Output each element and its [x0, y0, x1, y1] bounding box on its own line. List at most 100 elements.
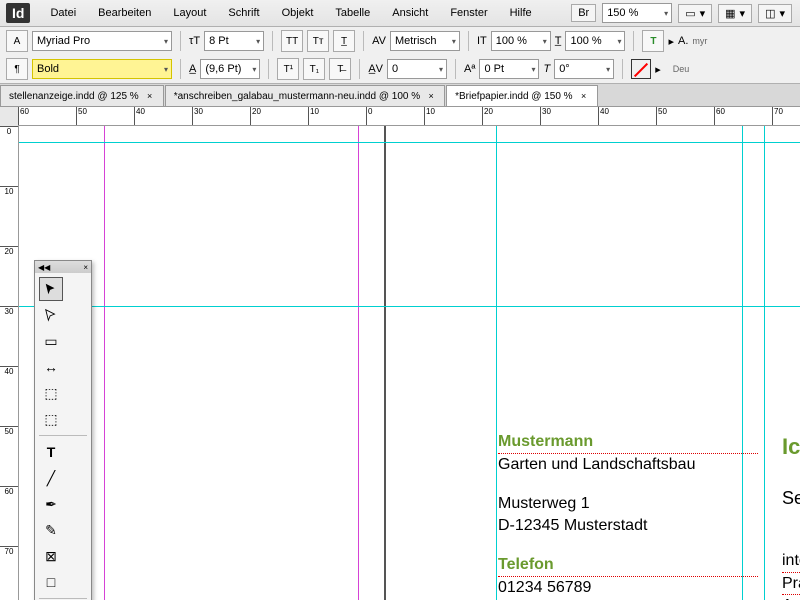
body-line: Aene: [782, 595, 800, 600]
ruler-tick: 50: [656, 107, 667, 125]
screen-mode-button[interactable]: ▭▾: [678, 4, 712, 23]
close-icon[interactable]: ×: [83, 263, 88, 272]
bridge-button[interactable]: Br: [571, 4, 596, 22]
pen-tool[interactable]: ✒: [39, 492, 63, 516]
content-placer-tool[interactable]: ⬚: [39, 407, 63, 431]
ruler-tick: 40: [598, 107, 609, 125]
trade-line: Garten und Landschaftsbau: [498, 454, 758, 476]
baseline-icon: Aª: [464, 63, 475, 75]
ruler-tick: 60: [18, 107, 29, 125]
ruler-tick: 50: [76, 107, 87, 125]
close-icon[interactable]: ×: [579, 91, 589, 101]
menu-bearbeiten[interactable]: Bearbeiten: [88, 3, 161, 23]
baseline-field[interactable]: 0 Pt: [479, 59, 539, 79]
type-tool[interactable]: T: [39, 440, 63, 464]
screen-mode-icon: ▭: [685, 7, 695, 20]
menu-objekt[interactable]: Objekt: [272, 3, 324, 23]
content-collector-tool[interactable]: ⬚: [39, 381, 63, 405]
leading-field[interactable]: (9,6 Pt): [200, 59, 260, 79]
ruler-tick: 10: [0, 186, 18, 196]
guide-horizontal[interactable]: [18, 306, 800, 307]
address-frame[interactable]: Mustermann Garten und Landschaftsbau Mus…: [498, 431, 758, 600]
pencil-tool[interactable]: ✎: [39, 518, 63, 542]
selection-tool[interactable]: [39, 277, 63, 301]
vscale-field[interactable]: 100 %: [491, 31, 551, 51]
skew-field[interactable]: 0°: [554, 59, 614, 79]
menu-schrift[interactable]: Schrift: [218, 3, 269, 23]
doc-tab-1[interactable]: stellenanzeige.indd @ 125 % ×: [0, 85, 164, 106]
document-canvas[interactable]: Mustermann Garten und Landschaftsbau Mus…: [18, 126, 800, 600]
tab-label: *Briefpapier.indd @ 150 %: [455, 91, 572, 102]
street-line: Musterweg 1: [498, 493, 758, 515]
font-family-dropdown[interactable]: Myriad Pro: [32, 31, 172, 51]
char-stroke-swatch[interactable]: [631, 59, 651, 79]
smallcaps-button[interactable]: Tᴛ: [307, 30, 329, 52]
font-style-dropdown[interactable]: Bold: [32, 59, 172, 79]
underline-button[interactable]: T̲: [333, 30, 355, 52]
line-tool[interactable]: ╱: [39, 466, 63, 490]
gap-tool[interactable]: ↔: [39, 355, 63, 379]
ruler-tick: 40: [134, 107, 145, 125]
body-heading: Ich b: [782, 432, 800, 462]
ruler-horizontal[interactable]: 60 50 40 30 20 10 0 10 20 30 40 50 60 70: [18, 107, 800, 126]
arrange-icon: ◫: [765, 7, 775, 20]
vscale-icon: IT: [477, 35, 487, 47]
superscript-button[interactable]: T¹: [277, 58, 299, 80]
close-icon[interactable]: ×: [426, 91, 436, 101]
guide-vertical[interactable]: [764, 126, 765, 600]
ruler-tick: 50: [0, 426, 18, 436]
char-format-mode[interactable]: A: [6, 30, 28, 52]
body-greeting: Sehr: [782, 486, 800, 510]
rectangle-frame-tool[interactable]: ⊠: [39, 544, 63, 568]
doc-tab-2[interactable]: *anschreiben_galabau_mustermann-neu.indd…: [165, 85, 445, 106]
strikethrough-button[interactable]: T̶: [329, 58, 351, 80]
ruler-tick: 60: [0, 486, 18, 496]
close-icon[interactable]: ×: [145, 91, 155, 101]
tracking-field[interactable]: 0: [387, 59, 447, 79]
panel-header[interactable]: ◀◀ ×: [35, 261, 91, 273]
menu-tabelle[interactable]: Tabelle: [325, 3, 380, 23]
charstyle-icon: A.: [678, 35, 688, 47]
tracking-icon: A̲V: [368, 63, 383, 75]
tools-panel[interactable]: ◀◀× ▭ ↔ ⬚ ⬚ T ╱ ✒ ✎ ⊠ □ ✂ ⟳ ▦ ◐ ▤ 💧 ✋ 🔍: [34, 260, 92, 600]
page-tool[interactable]: ▭: [39, 329, 63, 353]
menu-datei[interactable]: Datei: [40, 3, 86, 23]
allcaps-button[interactable]: TT: [281, 30, 303, 52]
guide-horizontal[interactable]: [18, 142, 800, 143]
subscript-button[interactable]: T₁: [303, 58, 325, 80]
view-options-button[interactable]: ▦▾: [718, 4, 752, 23]
menu-fenster[interactable]: Fenster: [440, 3, 497, 23]
para-format-mode[interactable]: ¶: [6, 58, 28, 80]
ruler-tick: 10: [424, 107, 435, 125]
menu-hilfe[interactable]: Hilfe: [500, 3, 542, 23]
tab-label: *anschreiben_galabau_mustermann-neu.indd…: [174, 91, 420, 102]
body-frame[interactable]: Ich b Sehr integ Praes Aene cursu ac cu: [782, 432, 800, 600]
menu-layout[interactable]: Layout: [163, 3, 216, 23]
ruler-tick: 20: [0, 246, 18, 256]
charstyle-hint: myr: [692, 36, 707, 46]
kerning-field[interactable]: Metrisch: [390, 31, 460, 51]
rectangle-tool[interactable]: □: [39, 570, 63, 594]
font-size-field[interactable]: 8 Pt: [204, 31, 264, 51]
collapse-icon[interactable]: ◀◀: [38, 263, 50, 272]
guide-vertical[interactable]: [496, 126, 497, 600]
ruler-tick: 70: [0, 546, 18, 556]
language-label: Deu: [673, 64, 690, 74]
tab-label: stellenanzeige.indd @ 125 %: [9, 91, 139, 102]
company-name: Mustermann: [498, 431, 758, 454]
ruler-tick: 70: [772, 107, 783, 125]
ruler-tick: 0: [366, 107, 372, 125]
kerning-icon: A͏V: [372, 35, 386, 47]
ruler-tick: 30: [0, 306, 18, 316]
ruler-tick: 20: [250, 107, 261, 125]
arrange-button[interactable]: ◫▾: [758, 4, 792, 23]
hscale-field[interactable]: 100 %: [565, 31, 625, 51]
zoom-dropdown[interactable]: 150 %: [602, 3, 672, 23]
ruler-vertical[interactable]: 0 10 20 30 40 50 60 70: [0, 126, 19, 600]
body-line: integ: [782, 550, 800, 573]
menu-ansicht[interactable]: Ansicht: [382, 3, 438, 23]
ruler-tick: 10: [308, 107, 319, 125]
direct-selection-tool[interactable]: [39, 303, 63, 327]
doc-tab-3[interactable]: *Briefpapier.indd @ 150 % ×: [446, 85, 597, 106]
char-fill-button[interactable]: T: [642, 30, 664, 52]
